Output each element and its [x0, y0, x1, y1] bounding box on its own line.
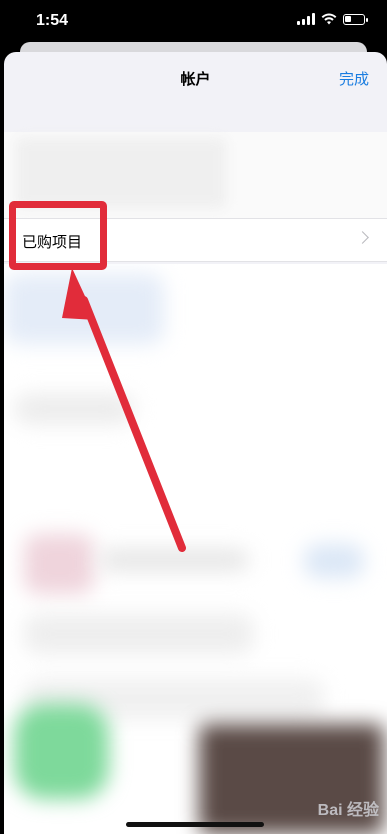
cellular-signal-icon	[297, 13, 315, 25]
baidu-watermark: Bai 经验	[317, 802, 379, 819]
blurred-block	[4, 274, 164, 344]
blurred-block	[304, 544, 364, 578]
blurred-content-area	[4, 264, 387, 834]
blurred-app-icon	[14, 704, 109, 799]
done-button[interactable]: 完成	[339, 68, 369, 89]
status-bar: 1:54	[0, 0, 387, 46]
annotation-highlight-box	[9, 201, 107, 270]
blurred-account-info	[16, 138, 226, 208]
page-title: 帐户	[180, 70, 211, 88]
status-time: 1:54	[36, 12, 69, 29]
account-sheet: 帐户 完成 已购项目	[4, 52, 387, 834]
nav-bar: 帐户 完成	[4, 52, 387, 104]
battery-icon	[343, 13, 368, 25]
wifi-icon	[321, 13, 337, 25]
blurred-block	[99, 549, 249, 571]
status-icons	[297, 13, 368, 25]
chevron-right-icon	[356, 231, 369, 244]
blurred-block	[24, 614, 254, 654]
blurred-block	[24, 534, 94, 594]
blurred-block	[14, 394, 134, 424]
home-indicator	[126, 822, 264, 827]
